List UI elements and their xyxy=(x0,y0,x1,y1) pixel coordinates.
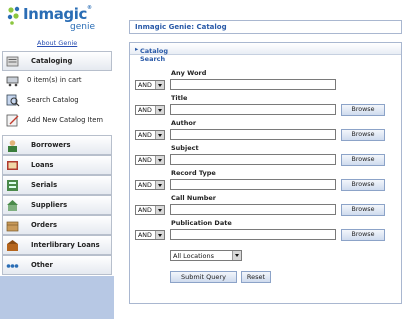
record-type-label: Record Type xyxy=(171,169,216,177)
sidebar-item-label: Serials xyxy=(31,181,58,189)
sidebar-item-label: Orders xyxy=(31,221,58,229)
title-input[interactable] xyxy=(170,104,336,115)
sidebar-item-label: Other xyxy=(31,261,53,269)
sidebar-item-loans[interactable]: Loans xyxy=(2,155,112,175)
cart-icon xyxy=(6,76,19,87)
title-label: Title xyxy=(171,94,188,102)
sidebar-item-cataloging[interactable]: Cataloging xyxy=(2,51,112,71)
any-word-input[interactable] xyxy=(170,79,336,90)
record-type-input[interactable] xyxy=(170,179,336,190)
reset-button[interactable]: Reset xyxy=(241,271,271,283)
author-operator-select[interactable]: AND xyxy=(135,130,165,140)
author-input[interactable] xyxy=(170,129,336,140)
chevron-down-icon xyxy=(155,106,164,114)
about-genie-link[interactable]: About Genie xyxy=(37,39,77,47)
panel-header: ▸ Catalog Search xyxy=(130,43,401,63)
page-title: Inmagic Genie: Catalog xyxy=(135,23,227,31)
other-icon xyxy=(6,264,19,268)
any-word-label: Any Word xyxy=(171,69,207,77)
sidebar: Inmagic® genie About Genie Cataloging 0 … xyxy=(0,0,114,319)
sidebar-item-other[interactable]: Other xyxy=(2,255,112,275)
loans-icon xyxy=(7,161,18,170)
chevron-down-icon xyxy=(155,156,164,164)
interlibrary-loans-icon xyxy=(7,240,18,251)
sidebar-item-label: Borrowers xyxy=(31,141,71,149)
record-type-browse-button[interactable]: Browse xyxy=(341,179,385,191)
publication-date-input[interactable] xyxy=(170,229,336,240)
sidebar-footer xyxy=(0,276,114,319)
any-word-operator-select[interactable]: AND xyxy=(135,80,165,90)
search-catalog-label: Search Catalog xyxy=(27,96,79,104)
author-browse-button[interactable]: Browse xyxy=(341,129,385,141)
sidebar-cart[interactable]: 0 item(s) in cart xyxy=(2,71,112,91)
location-select[interactable]: All Locations xyxy=(170,250,242,261)
chevron-down-icon xyxy=(155,81,164,89)
title-browse-button[interactable]: Browse xyxy=(341,104,385,116)
publication-date-operator-select[interactable]: AND xyxy=(135,230,165,240)
sidebar-nav: Cataloging 0 item(s) in cart Search Cata… xyxy=(2,51,112,275)
chevron-down-icon xyxy=(155,231,164,239)
sidebar-add-catalog-item[interactable]: Add New Catalog Item xyxy=(2,111,112,131)
call-number-operator-select[interactable]: AND xyxy=(135,205,165,215)
serials-icon xyxy=(7,180,18,191)
chevron-down-icon xyxy=(155,131,164,139)
call-number-label: Call Number xyxy=(171,194,216,202)
sidebar-item-label: Interlibrary Loans xyxy=(31,241,100,249)
cart-count-label: 0 item(s) in cart xyxy=(27,76,82,84)
subject-browse-button[interactable]: Browse xyxy=(341,154,385,166)
logo-dots-icon xyxy=(7,6,20,25)
suppliers-icon xyxy=(7,200,18,211)
chevron-down-icon xyxy=(155,181,164,189)
call-number-input[interactable] xyxy=(170,204,336,215)
record-type-operator-select[interactable]: AND xyxy=(135,180,165,190)
sidebar-item-orders[interactable]: Orders xyxy=(2,215,112,235)
subject-input[interactable] xyxy=(170,154,336,165)
chevron-down-icon xyxy=(155,206,164,214)
sidebar-item-label: Loans xyxy=(31,161,54,169)
publication-date-label: Publication Date xyxy=(171,219,232,227)
title-operator-select[interactable]: AND xyxy=(135,105,165,115)
borrowers-icon xyxy=(8,140,17,152)
subject-operator-select[interactable]: AND xyxy=(135,155,165,165)
orders-icon xyxy=(6,221,19,232)
submit-query-button[interactable]: Submit Query xyxy=(170,271,237,283)
logo-wordmark: Inmagic® xyxy=(23,5,92,23)
sidebar-item-serials[interactable]: Serials xyxy=(2,175,112,195)
sidebar-item-borrowers[interactable]: Borrowers xyxy=(2,135,112,155)
page-title-bar: Inmagic Genie: Catalog xyxy=(129,20,402,34)
sidebar-item-interlibrary-loans[interactable]: Interlibrary Loans xyxy=(2,235,112,255)
cataloging-icon xyxy=(6,56,19,67)
inmagic-logo: Inmagic® genie xyxy=(4,2,110,40)
chevron-down-icon xyxy=(232,251,241,260)
sidebar-item-label: Cataloging xyxy=(31,57,73,65)
sidebar-item-label: Suppliers xyxy=(31,201,68,209)
publication-date-browse-button[interactable]: Browse xyxy=(341,229,385,241)
search-catalog-icon xyxy=(6,94,20,107)
add-item-label: Add New Catalog Item xyxy=(27,116,104,124)
subject-label: Subject xyxy=(171,144,199,152)
logo-subtitle: genie xyxy=(70,22,95,32)
add-item-icon xyxy=(6,114,19,127)
sidebar-item-suppliers[interactable]: Suppliers xyxy=(2,195,112,215)
sidebar-search-catalog[interactable]: Search Catalog xyxy=(2,91,112,111)
catalog-search-panel: ▸ Catalog Search Any Word AND Title AND … xyxy=(129,42,402,304)
call-number-browse-button[interactable]: Browse xyxy=(341,204,385,216)
author-label: Author xyxy=(171,119,197,127)
panel-title: ▸ Catalog Search xyxy=(135,45,168,63)
